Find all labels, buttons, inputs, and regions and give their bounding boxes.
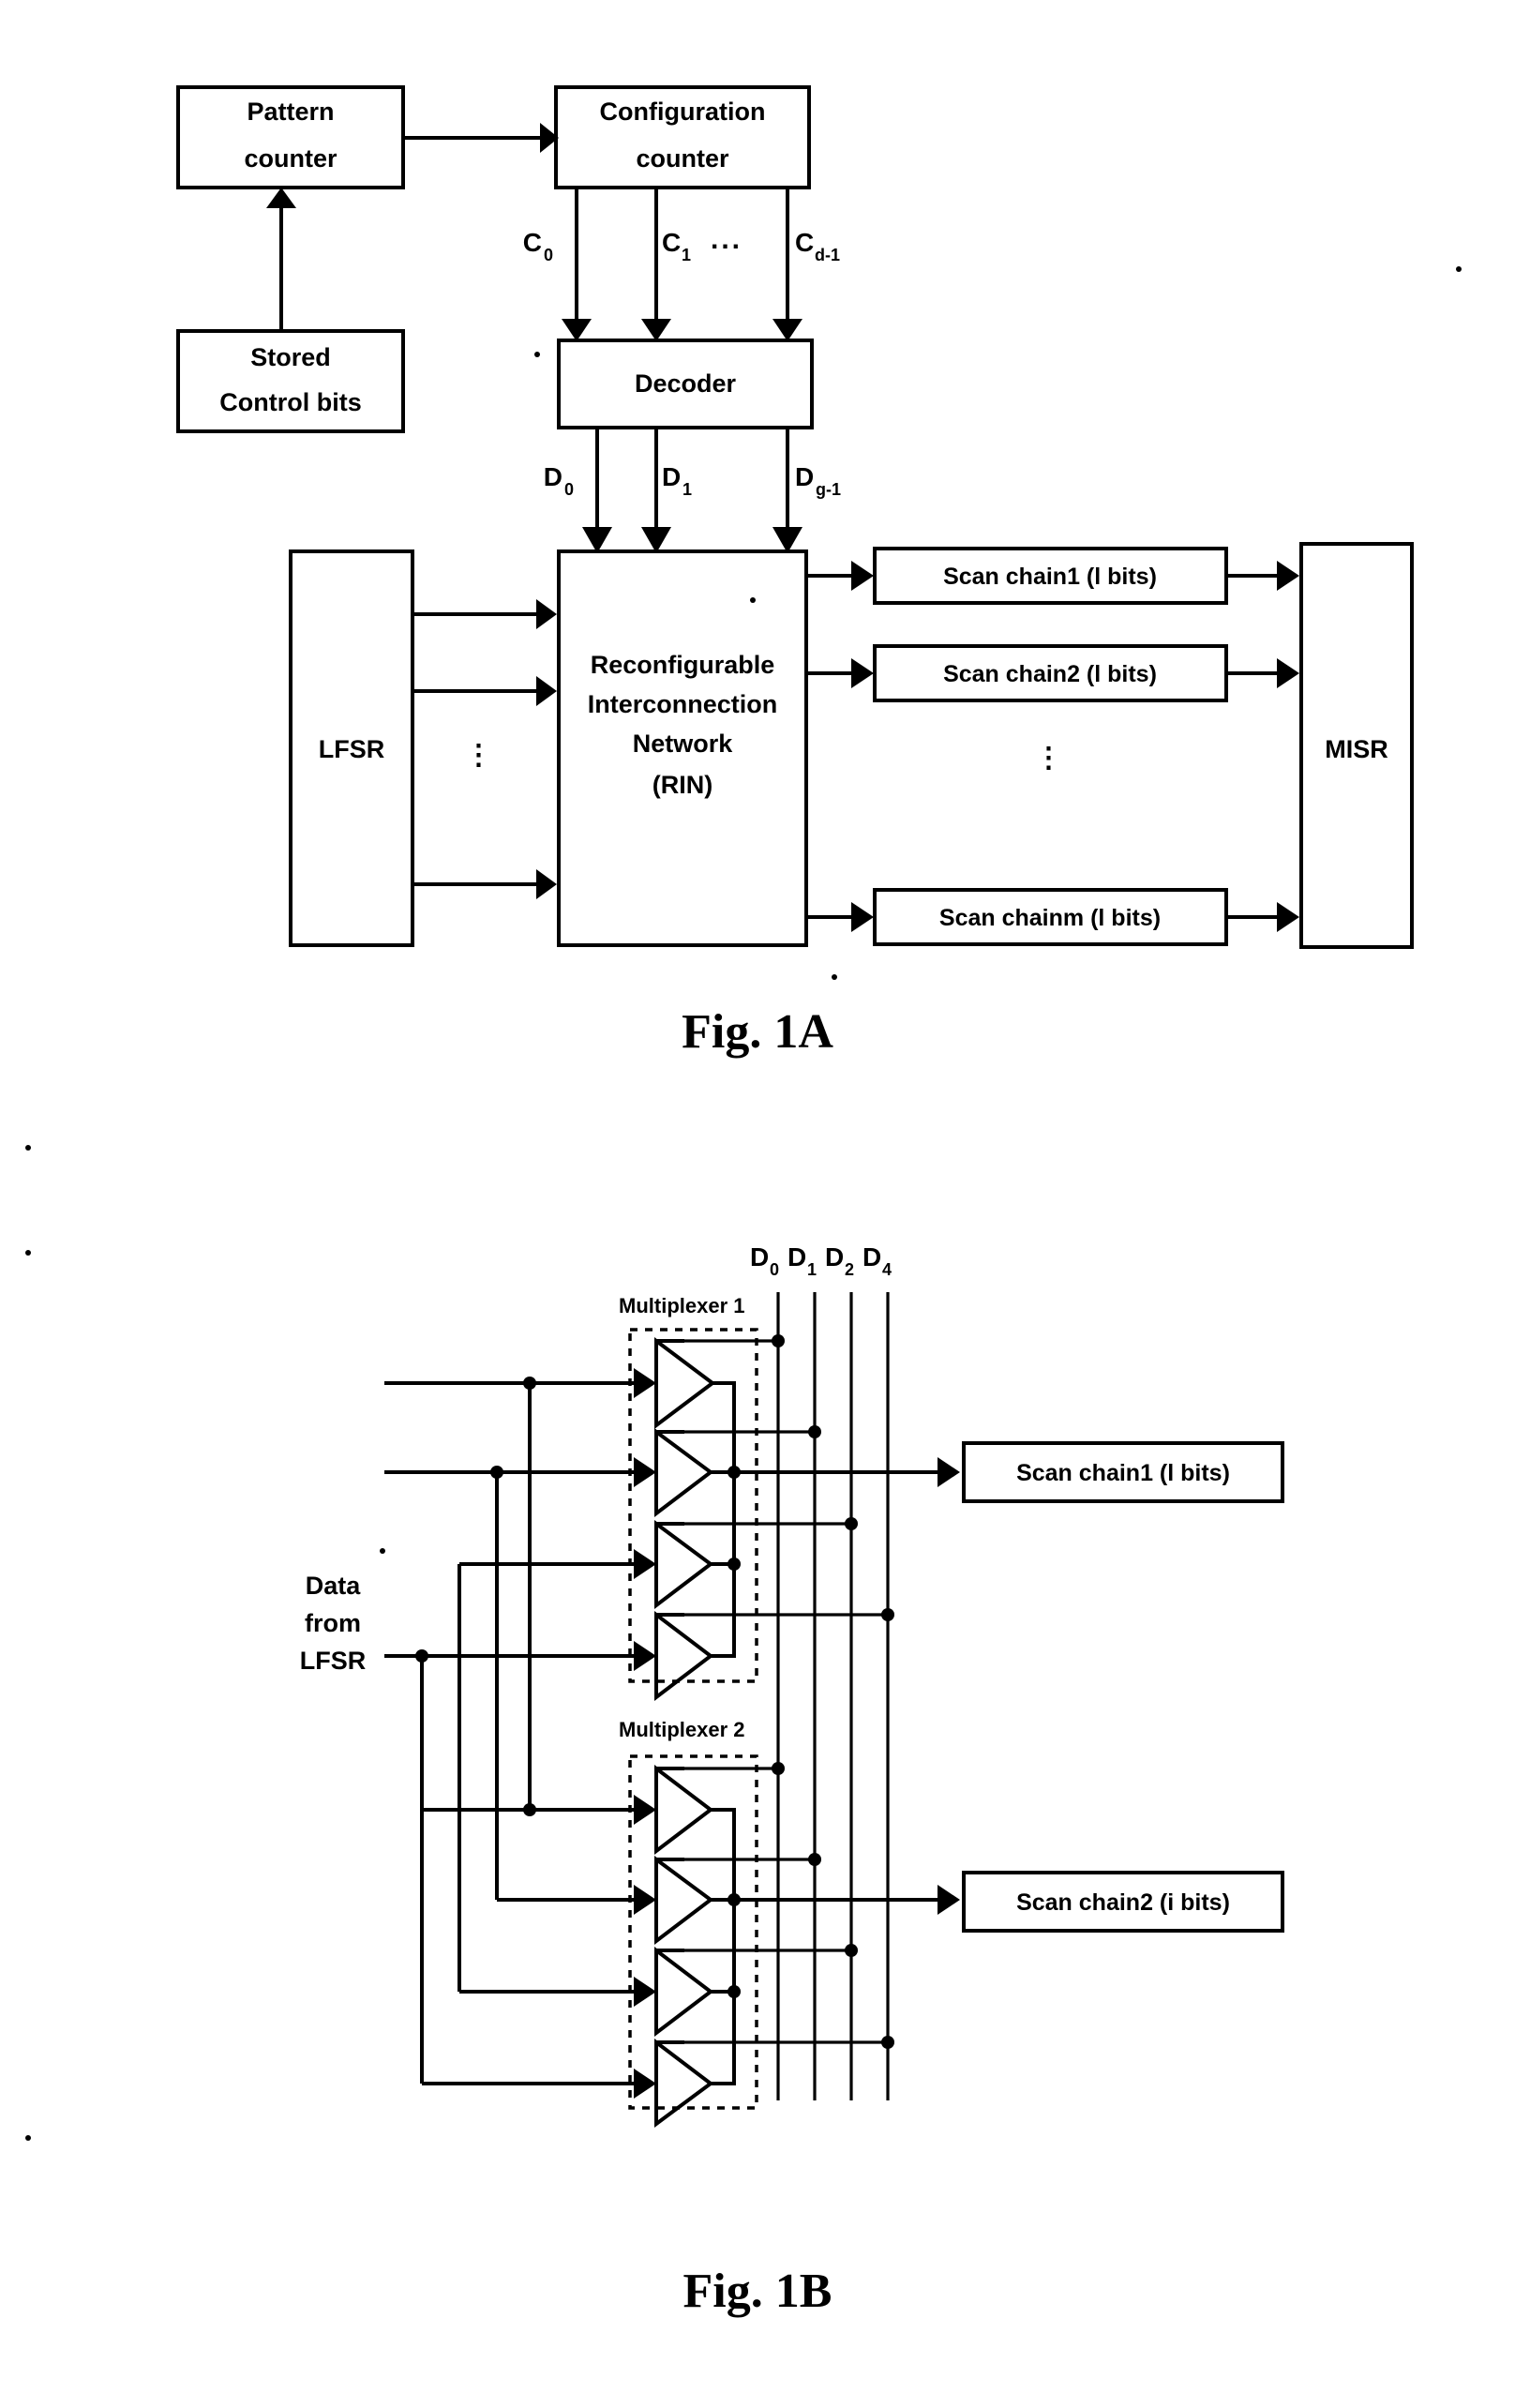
block-pattern-counter: Pattern counter <box>176 85 405 189</box>
block-lfsr: LFSR <box>289 549 414 947</box>
block-label-line: Control bits <box>219 388 361 416</box>
tristate-buffer <box>654 1946 714 2038</box>
block-label-line: Pattern <box>247 98 334 126</box>
block-scan-chain-2: Scan chain2 (l bits) <box>873 644 1228 702</box>
wires-config-to-decoder <box>562 188 802 341</box>
figure-canvas: Pattern counter Configuration counter St… <box>25 85 1462 2318</box>
signal-label-d0: D 0 <box>544 462 574 499</box>
tristate-buffer <box>654 1610 714 1702</box>
signal-label-c0: C 0 <box>523 228 553 264</box>
multiplexer-label: Multiplexer 2 <box>619 1718 744 1741</box>
wire-pattern-to-config <box>403 123 559 153</box>
mux2-input-wires <box>422 1795 656 2099</box>
block-label-line: Interconnection <box>588 690 778 718</box>
tristate-buffer <box>654 1520 714 1610</box>
block-label-line: Configuration <box>600 98 766 126</box>
tristate-buffer <box>654 1428 714 1518</box>
signal-subscript: 0 <box>564 480 574 499</box>
tristate-buffer <box>654 2038 714 2128</box>
signal-subscript: 0 <box>770 1260 779 1279</box>
signal-base: C <box>662 228 681 257</box>
signal-base: D <box>544 462 562 491</box>
signal-base: D <box>862 1242 881 1272</box>
signal-subscript: 1 <box>682 246 691 264</box>
block-scan-chain-1: Scan chain1 (l bits) <box>873 547 1228 605</box>
figure-sheet: Pattern counter Configuration counter St… <box>0 0 1515 2408</box>
tristate-buffer <box>654 1856 714 1946</box>
mux1-enable-wires <box>684 1334 894 1621</box>
signal-base: C <box>795 228 814 257</box>
mux1-input-wires <box>384 1368 656 1671</box>
fig1b-input-label: Data from LFSR <box>300 1572 367 1675</box>
signal-base: D <box>825 1242 844 1272</box>
wires-rin-to-scanchains <box>806 561 874 932</box>
block-configuration-counter: Configuration counter <box>554 85 811 189</box>
input-label-line: from <box>305 1609 361 1637</box>
signal-subscript: 1 <box>682 480 692 499</box>
wires-lfsr-to-rin: ⋮ <box>412 599 557 899</box>
figure-caption: Fig. 1A <box>682 1005 833 1059</box>
block-label-line: Reconfigurable <box>591 651 775 679</box>
fig1b-signal-label-d0: D 0 <box>750 1242 779 1279</box>
block-misr: MISR <box>1299 542 1414 949</box>
fig1b-block-scan-chain-1: Scan chain1 (l bits) <box>962 1441 1284 1503</box>
fig1b-control-lines <box>776 1292 890 2100</box>
block-label-line: Scan chainm (l bits) <box>939 905 1161 931</box>
block-decoder: Decoder <box>557 339 814 429</box>
mux2-enable-wires <box>684 1762 894 2049</box>
scan-chain-ellipsis: ⋮ <box>1035 743 1066 774</box>
signal-base: D <box>795 462 814 491</box>
signal-label-d1: D 1 <box>662 462 692 499</box>
block-label-line: Scan chain2 (i bits) <box>1016 1889 1230 1916</box>
wires-decoder-to-rin <box>582 428 802 553</box>
block-label-line: Scan chain1 (l bits) <box>1016 1460 1230 1486</box>
block-label-line: Network <box>633 730 734 758</box>
fig1b-signal-label-d4: D 4 <box>862 1242 892 1279</box>
block-label-line: Scan chain2 (l bits) <box>943 661 1157 687</box>
input-label-line: LFSR <box>300 1647 367 1675</box>
block-label-line: Scan chain1 (l bits) <box>943 564 1157 590</box>
wires-scanchains-to-misr <box>1226 561 1299 932</box>
block-label-line: (RIN) <box>652 771 712 799</box>
block-label-line: counter <box>244 144 338 173</box>
multiplexer-label: Multiplexer 1 <box>619 1294 744 1317</box>
block-label-line: Stored <box>250 343 331 371</box>
block-label-line: counter <box>636 144 729 173</box>
block-scan-chain-m: Scan chainm (l bits) <box>873 888 1228 946</box>
signal-subscript: g-1 <box>816 480 841 499</box>
lfsr-bus-ellipsis: ⋮ <box>465 740 496 771</box>
block-label-line: MISR <box>1325 735 1388 763</box>
signal-subscript: 0 <box>544 246 553 264</box>
config-signal-ellipsis: ... <box>711 224 742 255</box>
signal-subscript: 1 <box>807 1260 817 1279</box>
fig1b-signal-label-d2: D 2 <box>825 1242 854 1279</box>
figure-caption: Fig. 1B <box>683 2265 832 2318</box>
block-label-line: LFSR <box>319 735 385 763</box>
fig-1b-group: D 0 D 1 D 2 D 4 Data from LFSR Multiplex… <box>25 1242 1284 2318</box>
block-rin: Reconfigurable Interconnection Network (… <box>557 549 808 947</box>
signal-subscript: 2 <box>845 1260 854 1279</box>
fig1b-signal-label-d1: D 1 <box>788 1242 817 1279</box>
signal-subscript: 4 <box>882 1260 892 1279</box>
signal-base: D <box>788 1242 806 1272</box>
fig1b-block-scan-chain-2: Scan chain2 (i bits) <box>962 1871 1284 1933</box>
tristate-buffer <box>654 1337 716 1429</box>
signal-base: D <box>750 1242 769 1272</box>
signal-label-c1: C 1 <box>662 228 691 264</box>
signal-subscript: d-1 <box>815 246 840 264</box>
signal-base: C <box>523 228 542 257</box>
signal-label-dg1: D g-1 <box>795 462 841 499</box>
signal-label-cd1: C d-1 <box>795 228 840 264</box>
fig-1a-group: Pattern counter Configuration counter St… <box>25 85 1462 1151</box>
input-label-line: Data <box>306 1572 362 1600</box>
wire-stored-to-pattern <box>266 188 296 331</box>
block-label-line: Decoder <box>635 369 737 398</box>
block-stored-control-bits: Stored Control bits <box>176 329 405 433</box>
tristate-buffer <box>654 1764 714 1856</box>
signal-base: D <box>662 462 681 491</box>
fig1b-data-bus <box>415 1377 536 2084</box>
